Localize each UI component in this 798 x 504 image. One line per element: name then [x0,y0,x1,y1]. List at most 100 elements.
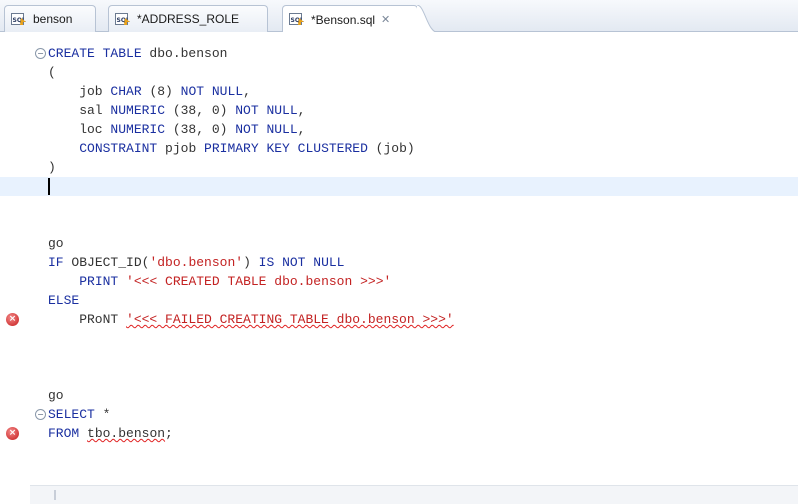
sql-token: (job) [367,141,415,156]
sql-token: OBJECT_ID( [63,255,150,270]
sql-string: '<<< CREATED TABLE dbo.benson >>>' [126,274,392,289]
code-line[interactable]: − CREATE TABLE dbo.benson [0,44,798,63]
text-caret [48,178,50,195]
error-marker-icon[interactable]: × [6,427,19,440]
sql-keyword: CREATE TABLE [48,46,142,61]
tab-label: *ADDRESS_ROLE [137,12,240,26]
code-line[interactable] [0,215,798,234]
sql-file-icon: SQL [289,13,305,26]
sql-keyword: NOT NULL [180,84,244,99]
code-text: ) [48,158,56,177]
sql-file-icon: SQL [115,12,131,26]
sql-keyword: ELSE [48,293,80,308]
code-line[interactable]: ( [0,63,798,82]
code-text: SELECT * [48,405,110,424]
sql-keyword: SELECT [48,407,95,422]
sql-keyword: IS NOT NULL [258,255,345,270]
sql-keyword: FROM [48,426,80,441]
sql-keyword: CHAR [110,84,142,99]
code-line[interactable] [0,177,798,196]
sql-token: job [48,84,111,99]
sql-token: (8) [141,84,181,99]
code-line[interactable]: CONSTRAINT pjob PRIMARY KEY CLUSTERED (j… [0,139,798,158]
sql-token: go [48,388,64,403]
sql-string: 'dbo.benson' [149,255,244,270]
code-text: go [48,234,64,253]
sql-token: * [94,407,111,422]
sql-token: , [243,84,251,99]
sql-file-icon: SQL [11,12,27,26]
code-text: ( [48,63,56,82]
code-text: go [48,386,64,405]
sql-editor[interactable]: − CREATE TABLE dbo.benson( job CHAR (8) N… [0,32,798,504]
code-line[interactable]: ELSE [0,291,798,310]
code-line[interactable]: go [0,386,798,405]
sql-keyword: NUMERIC [110,122,166,137]
code-line[interactable]: go [0,234,798,253]
code-line[interactable]: × FROM tbo.benson; [0,424,798,443]
sql-keyword: PRINT [79,274,119,289]
code-text: ELSE [48,291,79,310]
scrollbar-thumb[interactable] [54,490,56,500]
sql-token: ; [165,426,173,441]
code-line[interactable]: job CHAR (8) NOT NULL, [0,82,798,101]
tab-label: benson [33,12,73,26]
code-line[interactable]: × PRoNT '<<< FAILED CREATING TABLE dbo.b… [0,310,798,329]
code-text: IF OBJECT_ID('dbo.benson') IS NOT NULL [48,253,345,272]
code-line[interactable] [0,196,798,215]
code-text: CREATE TABLE dbo.benson [48,44,227,63]
sql-token: PRoNT [48,312,127,327]
sql-token: ) [243,255,259,270]
error-marker-icon[interactable]: × [6,313,19,326]
sql-keyword: PRIMARY KEY CLUSTERED [204,141,368,156]
code-text: PRINT '<<< CREATED TABLE dbo.benson >>>' [48,272,391,291]
sql-token: loc [48,122,111,137]
sql-keyword: NUMERIC [110,103,166,118]
editor-tab-bar: SQL benson SQL *ADDRESS_ROLE SQL *Benson… [0,0,798,33]
code-line[interactable]: PRINT '<<< CREATED TABLE dbo.benson >>>' [0,272,798,291]
sql-token: (38, 0) [165,122,236,137]
sql-string: '<<< FAILED CREATING TABLE dbo.benson >>… [126,312,454,327]
code-line[interactable]: sal NUMERIC (38, 0) NOT NULL, [0,101,798,120]
code-text: job CHAR (8) NOT NULL, [48,82,251,101]
code-line[interactable] [0,367,798,386]
code-text: PRoNT '<<< FAILED CREATING TABLE dbo.ben… [48,310,454,329]
sql-token: pjob [157,141,205,156]
tab-benson-sql[interactable]: SQL *Benson.sql ✕ [282,5,439,33]
fold-collapse-icon[interactable]: − [35,48,46,59]
sql-token: ) [48,160,56,175]
code-line[interactable]: ) [0,158,798,177]
sql-token: go [48,236,64,251]
code-text: FROM tbo.benson; [48,424,173,443]
sql-keyword: NOT NULL [235,122,298,137]
code-text: loc NUMERIC (38, 0) NOT NULL, [48,120,305,139]
tab-label: *Benson.sql [311,12,376,27]
sql-token: (38, 0) [165,103,236,118]
code-line[interactable] [0,348,798,367]
sql-keyword: NOT NULL [235,103,298,118]
code-text: sal NUMERIC (38, 0) NOT NULL, [48,101,305,120]
tab-edge-curve [417,5,439,33]
code-line[interactable]: IF OBJECT_ID('dbo.benson') IS NOT NULL [0,253,798,272]
horizontal-scrollbar[interactable] [30,485,798,504]
sql-keyword: IF [48,255,64,270]
sql-token: dbo.benson [141,46,228,61]
sql-token: , [297,122,306,137]
tab-benson[interactable]: SQL benson [4,5,96,32]
sql-token: tbo.benson [87,426,166,441]
code-line[interactable]: − SELECT * [0,405,798,424]
close-icon[interactable]: ✕ [381,13,390,26]
code-line[interactable] [0,329,798,348]
fold-collapse-icon[interactable]: − [35,409,46,420]
sql-token: sal [48,103,111,118]
code-line[interactable]: loc NUMERIC (38, 0) NOT NULL, [0,120,798,139]
sql-token: , [297,103,306,118]
sql-keyword: CONSTRAINT [79,141,158,156]
tab-address-role[interactable]: SQL *ADDRESS_ROLE [108,5,268,32]
sql-token: ( [48,65,56,80]
code-text: CONSTRAINT pjob PRIMARY KEY CLUSTERED (j… [48,139,415,158]
